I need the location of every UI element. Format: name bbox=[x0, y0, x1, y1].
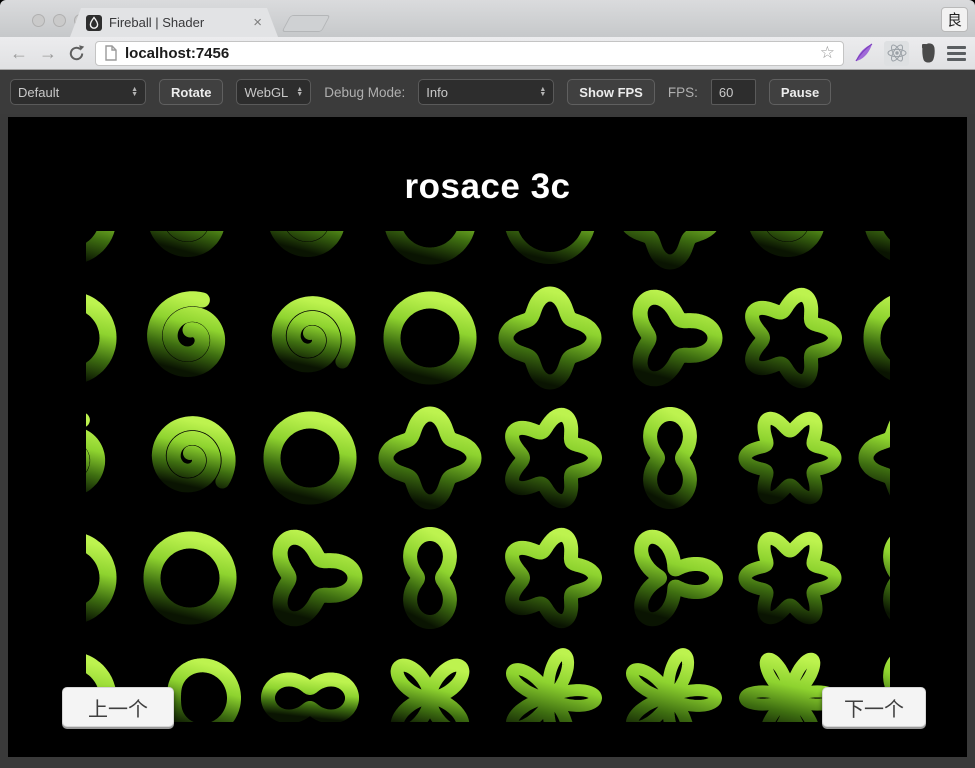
rosette-cross4 bbox=[390, 658, 470, 722]
rosette-trefoil bbox=[272, 529, 363, 627]
select-arrows-icon: ▲ ▼ bbox=[539, 85, 547, 98]
rosette-swirl bbox=[86, 413, 106, 493]
rosette-knot4 bbox=[858, 420, 890, 496]
rosette-swirl2 bbox=[271, 296, 356, 373]
rosette-knot4 bbox=[498, 286, 602, 390]
reload-icon[interactable] bbox=[67, 44, 86, 63]
page-icon bbox=[105, 45, 117, 61]
fps-label: FPS: bbox=[667, 84, 698, 100]
fps-input[interactable] bbox=[710, 79, 756, 105]
select-arrows-icon: ▲ ▼ bbox=[296, 85, 304, 98]
pause-button[interactable]: Pause bbox=[768, 79, 832, 105]
renderer-select[interactable]: WebGL ▲ ▼ bbox=[236, 79, 312, 105]
shader-toolbar: Default ▲ ▼ Rotate WebGL ▲ ▼ Debug Mode: I… bbox=[0, 70, 975, 114]
rosette-knot5 bbox=[505, 407, 602, 509]
preset-select[interactable]: Default ▲ ▼ bbox=[10, 79, 146, 105]
new-tab-button[interactable] bbox=[281, 15, 331, 32]
previous-button[interactable]: 上一个 bbox=[62, 687, 174, 727]
rosette-ring bbox=[86, 294, 117, 382]
debug-mode-select-value: Info bbox=[426, 84, 448, 100]
rosette-ring bbox=[385, 231, 475, 265]
debug-mode-select[interactable]: Info ▲ ▼ bbox=[418, 79, 555, 105]
renderer-select-value: WebGL bbox=[244, 84, 289, 100]
rosette-knot5 bbox=[745, 287, 842, 389]
rosette-ring bbox=[143, 531, 237, 625]
select-arrows-icon: ▲ ▼ bbox=[131, 85, 138, 98]
rosette-ring bbox=[86, 534, 117, 622]
rosette-peanut bbox=[403, 527, 457, 629]
browser-window: Fireball | Shader × 良 ← → ☆ bbox=[0, 0, 975, 768]
forward-icon[interactable]: → bbox=[38, 43, 58, 63]
rosette-swirl bbox=[750, 231, 824, 257]
evernote-extension-icon[interactable] bbox=[918, 42, 938, 64]
rosette-flower5 bbox=[506, 648, 602, 722]
rosette-ring bbox=[865, 231, 890, 261]
rosette-swirl2 bbox=[151, 416, 236, 493]
rosette-knot6 bbox=[738, 531, 842, 625]
rosette-swirl bbox=[147, 291, 226, 377]
navigation-bar: ← → ☆ bbox=[0, 37, 975, 70]
rosette-clover3 bbox=[634, 529, 723, 627]
rosette-knot4 bbox=[378, 406, 482, 510]
close-tab-icon[interactable]: × bbox=[253, 16, 262, 29]
next-button[interactable]: 下一个 bbox=[822, 687, 926, 727]
rosette-swirl bbox=[150, 231, 224, 257]
tab-strip: Fireball | Shader × 良 bbox=[0, 0, 975, 37]
rosette-ring bbox=[86, 231, 115, 262]
rosette-peanut bbox=[643, 407, 697, 509]
back-icon[interactable]: ← bbox=[9, 43, 29, 63]
shader-grid bbox=[86, 231, 890, 722]
rosette-ring bbox=[263, 411, 357, 505]
rosette-ring bbox=[383, 291, 477, 385]
preset-select-value: Default bbox=[18, 84, 60, 100]
close-window-button[interactable] bbox=[32, 14, 45, 27]
rosette-heart2 bbox=[261, 672, 359, 722]
react-atom-icon bbox=[887, 44, 906, 62]
chrome-menu-icon[interactable] bbox=[947, 45, 966, 61]
tab-title: Fireball | Shader bbox=[109, 15, 205, 30]
shader-title: rosace 3c bbox=[404, 167, 571, 206]
rosette-knot4 bbox=[623, 231, 717, 270]
rosette-peanut bbox=[883, 536, 890, 620]
feather-extension-icon[interactable] bbox=[853, 42, 875, 64]
rosette-flower5 bbox=[626, 648, 722, 722]
react-devtools-extension-icon[interactable] bbox=[884, 40, 909, 66]
profile-badge[interactable]: 良 bbox=[941, 7, 968, 32]
minimize-window-button[interactable] bbox=[53, 14, 66, 27]
rosette-swirl bbox=[270, 231, 344, 257]
rotate-button[interactable]: Rotate bbox=[159, 79, 224, 105]
rosette-thinring bbox=[505, 231, 595, 264]
url-input[interactable] bbox=[125, 44, 813, 62]
page-body: rosace 3c 上一个 下一个 bbox=[0, 114, 975, 768]
rosette-knot6 bbox=[738, 411, 842, 505]
fireball-favicon-icon bbox=[86, 15, 102, 31]
bookmark-star-icon[interactable]: ☆ bbox=[820, 43, 835, 63]
show-fps-button[interactable]: Show FPS bbox=[567, 79, 655, 105]
rosette-trefoil bbox=[632, 289, 723, 387]
address-bar[interactable]: ☆ bbox=[95, 40, 844, 66]
browser-tab[interactable]: Fireball | Shader × bbox=[70, 8, 278, 37]
debug-mode-label: Debug Mode: bbox=[324, 84, 406, 100]
rosette-ring bbox=[863, 295, 890, 381]
rosette-knot5 bbox=[505, 527, 602, 629]
webgl-canvas: rosace 3c 上一个 下一个 bbox=[8, 117, 967, 757]
